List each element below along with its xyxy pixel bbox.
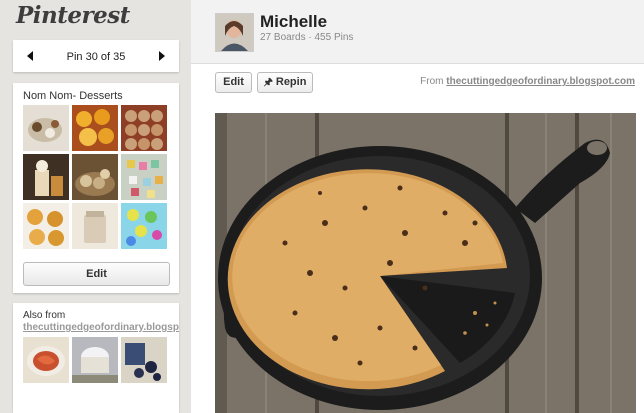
also-from-thumbnail[interactable] xyxy=(72,337,118,383)
pin-count: 455 Pins xyxy=(314,32,354,43)
board-thumbnail[interactable] xyxy=(23,105,69,151)
also-from-source-link[interactable]: thecuttingedgeofordinary.blogspot.com xyxy=(23,322,179,333)
arrow-right-icon[interactable] xyxy=(157,50,167,62)
edit-pin-button[interactable]: Edit xyxy=(215,72,252,93)
board-thumbnail[interactable] xyxy=(72,105,118,151)
board-thumbnail[interactable] xyxy=(23,154,69,200)
pin-source-link[interactable]: thecuttingedgeofordinary.blogspot.com xyxy=(446,76,635,87)
board-thumbnail[interactable] xyxy=(72,154,118,200)
pin-detail: Michelle 27 Boards · 455 Pins Edit 🖈 Rep… xyxy=(191,0,644,413)
user-stats: 27 Boards · 455 Pins xyxy=(260,32,353,43)
pin-source-prefix: From xyxy=(420,76,444,87)
board-thumbnail[interactable] xyxy=(121,154,167,200)
avatar[interactable] xyxy=(215,13,254,52)
pin-icon: 🖈 xyxy=(263,77,273,88)
pin-image[interactable] xyxy=(215,113,636,413)
pin-navigation: Pin 30 of 35 xyxy=(13,40,179,72)
pin-counter: Pin 30 of 35 xyxy=(66,51,126,63)
edit-board-button[interactable]: Edit xyxy=(23,262,170,286)
board-count: 27 Boards xyxy=(260,32,306,43)
board-title: Nom Nom- Desserts xyxy=(23,90,123,102)
board-panel: Nom Nom- Desserts Edit xyxy=(13,83,179,293)
pinterest-logo[interactable]: Pinterest xyxy=(16,2,130,29)
board-thumbnail[interactable] xyxy=(121,203,167,249)
user-name[interactable]: Michelle xyxy=(260,12,327,32)
pin-header: Michelle 27 Boards · 455 Pins xyxy=(191,0,644,64)
repin-label: Repin xyxy=(275,76,307,88)
also-from-thumbnail[interactable] xyxy=(23,337,69,383)
also-from-thumbnail[interactable] xyxy=(121,337,167,383)
board-thumbnail[interactable] xyxy=(23,203,69,249)
also-from-panel: Also from thecuttingedgeofordinary.blogs… xyxy=(13,303,179,413)
pin-source: From thecuttingedgeofordinary.blogspot.c… xyxy=(420,76,635,87)
also-from-title: Also from xyxy=(23,310,66,321)
board-thumbnail[interactable] xyxy=(72,203,118,249)
board-thumbnail[interactable] xyxy=(121,105,167,151)
repin-button[interactable]: 🖈 Repin xyxy=(257,72,313,93)
